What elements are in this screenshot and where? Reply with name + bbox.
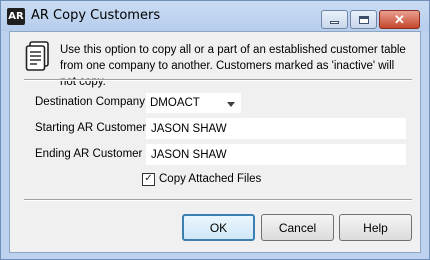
ok-button[interactable]: OK (182, 214, 255, 241)
ending-customer-input[interactable] (146, 144, 406, 165)
destination-company-select[interactable]: DMOACT (146, 93, 241, 113)
maximize-button[interactable] (350, 10, 377, 29)
close-button[interactable]: ✕ (379, 10, 420, 29)
info-text: Use this option to copy all or a part of… (60, 44, 406, 88)
starting-customer-label: Starting AR Customer (35, 122, 147, 134)
copy-attached-files-checkbox[interactable]: ✓ Copy Attached Files (142, 171, 261, 187)
cancel-button[interactable]: Cancel (261, 214, 334, 241)
chevron-down-icon[interactable] (227, 102, 235, 107)
check-icon: ✓ (144, 173, 153, 184)
checkbox-box[interactable]: ✓ (142, 172, 155, 186)
separator-top (24, 79, 412, 81)
help-button[interactable]: Help (339, 214, 412, 241)
separator-bottom (24, 199, 412, 201)
dialog-window: AR AR Copy Customers ✕ Use this option t… (0, 0, 430, 260)
maximize-icon (358, 15, 369, 24)
destination-company-label: Destination Company (35, 96, 145, 108)
window-title: AR Copy Customers (31, 8, 161, 23)
app-icon: AR (7, 8, 25, 25)
document-icon (25, 41, 49, 71)
ending-customer-label: Ending AR Customer (35, 148, 143, 160)
dialog-body: Use this option to copy all or a part of… (9, 31, 421, 253)
minimize-button[interactable] (321, 10, 348, 29)
starting-customer-input[interactable] (146, 118, 406, 139)
close-icon: ✕ (394, 11, 405, 27)
minimize-icon (330, 20, 339, 24)
copy-attached-files-label[interactable]: Copy Attached Files (159, 173, 261, 185)
destination-company-value: DMOACT (150, 97, 200, 109)
title-bar[interactable]: AR AR Copy Customers ✕ (1, 1, 429, 31)
